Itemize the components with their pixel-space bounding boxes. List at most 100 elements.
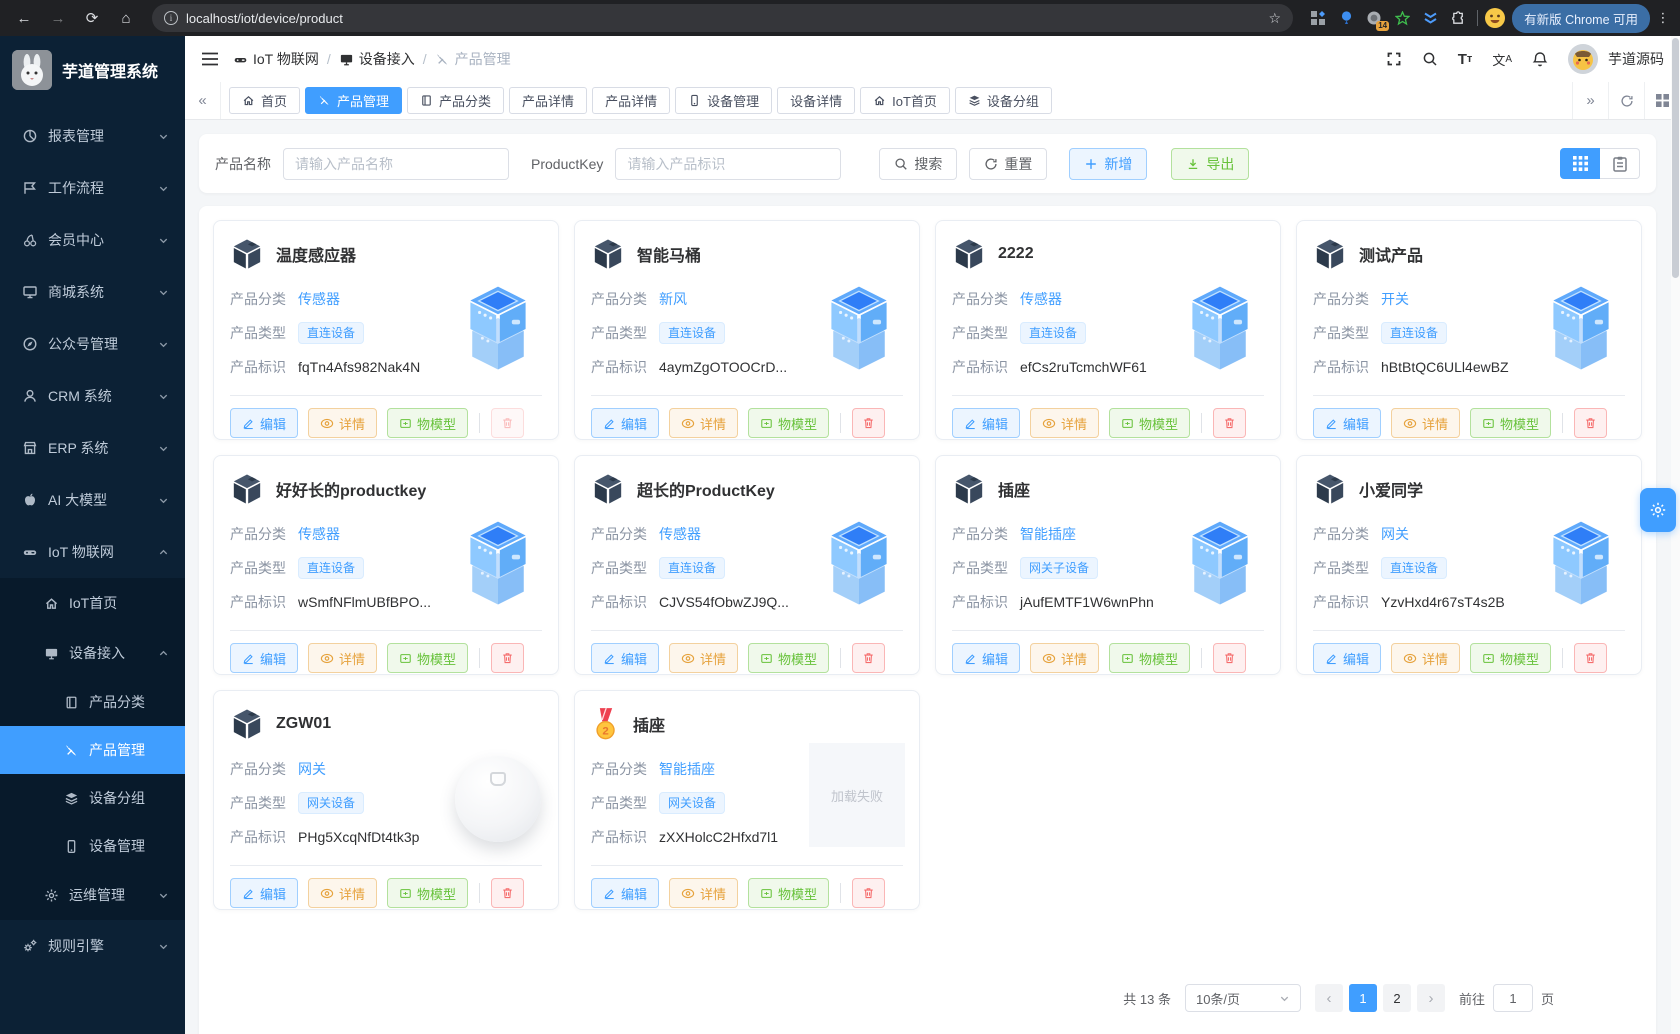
detail-button[interactable]: 详情 [1391,643,1461,673]
fullscreen-icon[interactable] [1386,51,1402,67]
sidebar-item-device-management[interactable]: 设备管理 [0,822,185,870]
sidebar-item-device-access[interactable]: 设备接入 [0,628,185,678]
delete-button[interactable] [852,408,886,438]
page-button-1[interactable]: 1 [1348,984,1377,1012]
detail-button[interactable]: 详情 [1030,643,1100,673]
tab-3[interactable]: 产品分类 [407,87,505,114]
edit-button[interactable]: 编辑 [591,878,660,908]
sidebar-item-iot-home[interactable]: IoT首页 [0,578,185,628]
category-link[interactable]: 网关 [1381,524,1409,544]
bell-icon[interactable] [1532,51,1548,68]
url-text[interactable]: localhost/iot/device/product [186,11,1261,26]
edit-button[interactable]: 编辑 [230,643,299,673]
delete-button[interactable] [1574,643,1608,673]
edit-button[interactable]: 编辑 [230,408,299,438]
edit-button[interactable]: 编辑 [1313,408,1382,438]
edit-button[interactable]: 编辑 [591,643,660,673]
sidebar-item-device-group[interactable]: 设备分组 [0,774,185,822]
scrollbar-thumb[interactable] [1672,38,1679,278]
product-key-input[interactable] [615,147,842,180]
sidebar-item-ai[interactable]: AI 大模型 [0,474,185,526]
balloon-extension-icon[interactable] [1337,9,1355,27]
detail-button[interactable]: 详情 [308,878,378,908]
app-logo[interactable]: 芋道管理系统 [0,36,185,104]
sidebar-item-report[interactable]: 报表管理 [0,110,185,162]
category-link[interactable]: 传感器 [1020,289,1062,309]
thing-model-button[interactable]: 物模型 [1470,408,1552,438]
page-scrollbar[interactable] [1671,36,1680,1034]
detail-button[interactable]: 详情 [1030,408,1100,438]
prev-page-button[interactable]: ‹ [1314,984,1343,1012]
font-size-icon[interactable]: Tт [1458,51,1473,68]
delete-button[interactable] [491,878,525,908]
sidebar-item-iot[interactable]: IoT 物联网 [0,526,185,578]
thing-model-button[interactable]: 物模型 [387,878,469,908]
tab-2[interactable]: 产品管理 [305,87,403,114]
search-button[interactable]: 搜索 [879,147,958,180]
chevrons-extension-icon[interactable] [1421,9,1439,27]
delete-button[interactable] [852,878,886,908]
sidebar-item-erp[interactable]: ERP 系统 [0,422,185,474]
product-name-input[interactable] [283,147,509,180]
sidebar-item-product-management[interactable]: 产品管理 [0,726,185,774]
category-link[interactable]: 传感器 [298,289,340,309]
circle-extension-icon[interactable]: 14 [1365,9,1390,31]
star-extension-icon[interactable] [1393,9,1411,27]
list-view-button[interactable] [1600,148,1640,179]
next-page-button[interactable]: › [1416,984,1445,1012]
detail-button[interactable]: 详情 [308,643,378,673]
thing-model-button[interactable]: 物模型 [748,408,830,438]
browser-menu-icon[interactable]: ⋮ [1656,10,1670,26]
chrome-update-pill[interactable]: 有新版 Chrome 可用 [1512,3,1650,33]
breadcrumb-item-access[interactable]: 设备接入 [339,49,415,69]
sidebar-item-mall[interactable]: 商城系统 [0,266,185,318]
tab-8[interactable]: IoT首页 [860,87,950,114]
thing-model-button[interactable]: 物模型 [748,878,830,908]
browser-back-button[interactable]: ← [10,4,38,32]
category-link[interactable]: 传感器 [298,524,340,544]
detail-button[interactable]: 详情 [669,408,739,438]
collapse-sidebar-icon[interactable] [201,51,219,67]
thing-model-button[interactable]: 物模型 [387,643,469,673]
delete-button[interactable] [491,643,525,673]
address-bar[interactable]: i localhost/iot/device/product ☆ [152,4,1294,32]
sidebar-item-rule-engine[interactable]: 规则引擎 [0,920,185,972]
tab-9[interactable]: 设备分组 [954,87,1052,114]
tabs-scroll-right-icon[interactable]: » [1572,82,1608,119]
language-icon[interactable]: 文A [1492,50,1512,69]
add-button[interactable]: 新增 [1069,147,1148,180]
tab-4[interactable]: 产品详情 [509,87,588,114]
sidebar-item-mp[interactable]: 公众号管理 [0,318,185,370]
search-icon[interactable] [1422,51,1438,67]
category-link[interactable]: 智能插座 [1020,524,1076,544]
sidebar-item-product-category[interactable]: 产品分类 [0,678,185,726]
site-info-icon[interactable]: i [164,11,178,25]
theme-settings-button[interactable] [1640,488,1676,532]
sidebar-item-ops[interactable]: 运维管理 [0,870,185,920]
detail-button[interactable]: 详情 [308,408,378,438]
thing-model-button[interactable]: 物模型 [1470,643,1552,673]
browser-forward-button[interactable]: → [44,4,72,32]
page-button-2[interactable]: 2 [1382,984,1411,1012]
sidebar-item-crm[interactable]: CRM 系统 [0,370,185,422]
page-size-select[interactable]: 10条/页 [1184,984,1301,1012]
detail-button[interactable]: 详情 [669,878,739,908]
thing-model-button[interactable]: 物模型 [748,643,830,673]
sidebar-item-member[interactable]: 会员中心 [0,214,185,266]
extensions-puzzle-icon[interactable] [1449,9,1467,27]
delete-button[interactable] [852,643,886,673]
delete-button[interactable] [1213,643,1247,673]
sidebar-item-workflow[interactable]: 工作流程 [0,162,185,214]
refresh-page-icon[interactable] [1608,82,1644,119]
thing-model-button[interactable]: 物模型 [387,408,469,438]
category-link[interactable]: 传感器 [659,524,701,544]
delete-button[interactable] [1213,408,1247,438]
category-link[interactable]: 智能插座 [659,759,715,779]
user-avatar[interactable] [1568,44,1598,74]
grid-view-button[interactable] [1560,148,1600,179]
category-link[interactable]: 网关 [298,759,326,779]
tab-1[interactable]: 首页 [229,87,301,114]
edit-button[interactable]: 编辑 [952,643,1021,673]
category-link[interactable]: 开关 [1381,289,1409,309]
username[interactable]: 芋道源码 [1608,49,1664,69]
